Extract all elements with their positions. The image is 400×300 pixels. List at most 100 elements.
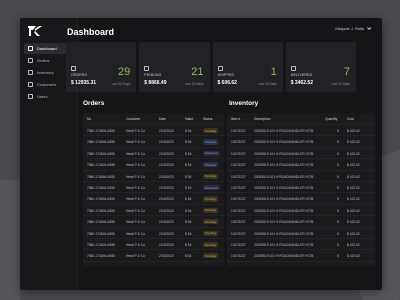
user-menu[interactable]: Marjorie J. Rolls — [335, 25, 372, 31]
table-row[interactable]: 10073237 23/5/5519 101 H ROADHANDLER H725… — [227, 125, 375, 137]
table-row[interactable]: 10073237 23/5/5519 101 H ROADHANDLER H725… — [227, 159, 375, 171]
table-cell: $ 422.62 — [347, 208, 360, 213]
table-cell: 2/15/2023 — [159, 129, 174, 133]
table-cell: $ 54 — [185, 151, 192, 156]
topbar: Marjorie J. Rolls — [78, 18, 382, 38]
status-badge: Pending — [203, 128, 219, 134]
clock-icon — [144, 66, 150, 71]
table-row[interactable]: 10073237 23/5/5519 101 H ROADHANDLER H725… — [227, 250, 375, 262]
sidebar-item-label: Orders — [37, 58, 50, 63]
table-row[interactable]: 7860-174546-4555 Hetal P & Co 2/15/2023 $ 5… — [83, 239, 224, 251]
stat-card-orders[interactable]: ORDERS $ 12935.31 29 Last 30 Days — [66, 42, 137, 92]
table-cell: 23/5/5519 101 H ROADHANDLER H725 — [254, 151, 314, 156]
stat-card-shipped[interactable]: SHIPPED $ 606.62 1 Last 30 Days — [212, 42, 283, 92]
status-badge: Delivered — [203, 184, 220, 191]
table-cell: 23/5/5519 101 H ROADHANDLER H725 — [254, 129, 314, 133]
table-cell: $ 54 — [185, 220, 192, 225]
table-cell: $ 422.62 — [347, 242, 360, 247]
stat-count: 29 — [118, 66, 131, 78]
column-header: Cost — [347, 117, 354, 121]
stat-amount: $ 606.62 — [217, 80, 237, 86]
table-cell: 10073237 — [231, 151, 246, 156]
table-cell: $ 422.62 — [347, 185, 360, 190]
table-cell: 10073237 — [231, 220, 246, 225]
table-cell: Hetal P & Co — [126, 129, 145, 133]
stat-label: ORDERS — [71, 73, 88, 77]
table-row[interactable]: 10073237 23/5/5519 101 H ROADHANDLER H725… — [227, 205, 375, 217]
stat-period: Last 30 Days — [258, 82, 277, 86]
table-cell: 10073237 — [231, 242, 246, 247]
table-cell: 23/5/5519 101 H ROADHANDLER H725 — [254, 208, 314, 213]
table-row[interactable]: 7860-174546-4555 Hetal P & Co 2/15/2023 $ 5… — [83, 250, 224, 262]
table-cell: 5 — [337, 140, 339, 145]
stat-period: Last 30 Days — [331, 82, 350, 86]
table-cell: 2/15/2023 — [159, 197, 174, 202]
status-badge: Pending — [203, 196, 219, 202]
stat-count: 21 — [191, 66, 204, 78]
status-badge: Pending — [203, 230, 219, 236]
table-row[interactable]: 7860-174546-4555 Hetal P & Co 2/15/2023 $ 5… — [83, 193, 224, 205]
sidebar-item-label: Dashboard — [37, 46, 57, 51]
table-cell: 10073237 — [231, 140, 246, 145]
table-cell: 5 — [337, 254, 339, 259]
table-row[interactable]: 10073237 23/5/5519 101 H ROADHANDLER H725… — [227, 136, 375, 148]
table-row[interactable]: 10073237 23/5/5519 101 H ROADHANDLER H725… — [227, 193, 375, 205]
brand-logo — [28, 26, 42, 36]
table-cell: Hetal P & Co — [126, 254, 145, 259]
table-cell: 10073237 — [231, 231, 246, 236]
column-header: Quantity — [325, 117, 338, 121]
table-cell: 7860-174546-4555 — [87, 151, 115, 156]
table-row[interactable]: 7860-174546-4555 Hetal P & Co 2/15/2023 $ 5… — [83, 148, 224, 160]
table-row[interactable]: 7860-174546-4555 Hetal P & Co 2/15/2023 $ 5… — [83, 216, 224, 228]
table-row[interactable]: 7860-174546-4555 Hetal P & Co 2/15/2023 $ 5… — [83, 125, 224, 137]
table-cell: $ 422.62 — [347, 163, 360, 168]
table-cell: $ 54 — [185, 254, 192, 259]
status-badge: Pending — [203, 207, 219, 213]
table-header: No Customer Date Value Status — [83, 113, 224, 125]
users-icon — [28, 94, 33, 99]
table-row[interactable]: 7860-174546-4555 Hetal P & Co 2/15/2023 $ 5… — [83, 136, 224, 148]
table-row[interactable]: 10073237 23/5/5519 101 H ROADHANDLER H725… — [227, 228, 375, 239]
stat-card-pending[interactable]: PENDING $ 8866.49 21 Last 30 Days — [139, 42, 210, 92]
column-header: Description — [254, 117, 271, 121]
stat-count: 1 — [270, 66, 277, 78]
table-row[interactable]: 7860-174546-4555 Hetal P & Co 2/15/2023 $ 5… — [83, 205, 224, 217]
table-cell: $ 54 — [185, 242, 192, 247]
table-row[interactable]: 7860-174546-4555 Hetal P & Co 2/15/2023 $ 5… — [83, 182, 224, 194]
table-cell: Hetal P & Co — [126, 174, 145, 179]
table-cell: 10073237 — [231, 174, 246, 179]
table-cell: $ 422.62 — [347, 254, 360, 259]
table-cell: Hetal P & Co — [126, 220, 145, 225]
stat-card-delivered[interactable]: DELIVERED $ 3462.52 7 Last 30 Days — [285, 42, 356, 92]
table-row[interactable]: 10073237 23/5/5519 101 H ROADHANDLER H725… — [227, 239, 375, 251]
table-cell: Hetal P & Co — [126, 231, 145, 236]
table-cell: Hetal P & Co — [126, 163, 145, 168]
table-cell: 5 — [337, 220, 339, 225]
table-cell: $ 54 — [185, 208, 192, 213]
box-icon — [71, 66, 76, 71]
table-cell: $ 54 — [185, 231, 192, 236]
table-row[interactable]: 7860-174546-4555 Hetal P & Co 2/15/2023 $ 5… — [83, 159, 224, 171]
table-cell: 23/5/5519 101 H ROADHANDLER H725 — [254, 220, 314, 225]
table-cell: 10073237 — [231, 129, 246, 133]
sidebar-item-users[interactable]: Users — [24, 91, 76, 102]
table-row[interactable]: 10073237 23/5/5519 101 H ROADHANDLER H725… — [227, 216, 375, 228]
user-name: Marjorie J. Rolls — [335, 26, 364, 31]
table-cell: $ 54 — [185, 129, 192, 133]
table-cell: 7860-174546-4555 — [87, 140, 115, 145]
table-cell: 10073237 — [231, 185, 246, 190]
table-cell: 23/5/5519 101 H ROADHANDLER H725 — [254, 185, 314, 190]
table-cell: 10073237 — [231, 197, 246, 202]
table-row[interactable]: 10073237 23/5/5519 101 H ROADHANDLER H725… — [227, 148, 375, 160]
inventory-heading: Inventory — [229, 100, 259, 107]
table-cell: 23/5/5519 101 H ROADHANDLER H725 — [254, 140, 314, 145]
column-header: Date — [159, 117, 166, 121]
table-row[interactable]: 10073237 23/5/5519 101 H ROADHANDLER H725… — [227, 171, 375, 182]
stat-label: PENDING — [144, 73, 162, 77]
table-cell: 5 — [337, 151, 339, 156]
table-row[interactable]: 7860-174546-4555 Hetal P & Co 2/15/2023 $ 5… — [83, 171, 224, 182]
table-row[interactable]: 10073237 23/5/5519 101 H ROADHANDLER H725… — [227, 182, 375, 194]
table-cell: 7860-174546-4555 — [87, 129, 115, 133]
table-row[interactable]: 7860-174546-4555 Hetal P & Co 2/15/2023 $ 5… — [83, 228, 224, 239]
orders-icon — [28, 58, 33, 63]
